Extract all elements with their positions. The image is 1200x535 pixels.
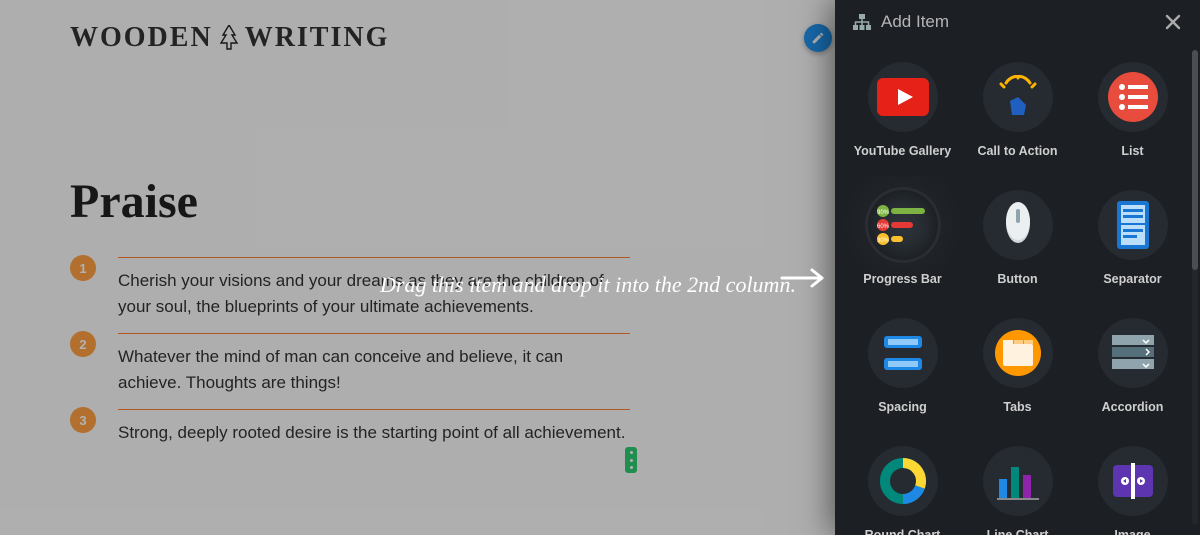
panel-item-label: Round Chart [865, 528, 941, 535]
quote-item[interactable]: 2 Whatever the mind of man can conceive … [70, 333, 630, 395]
panel-item-compare[interactable]: Image Comparison [1075, 432, 1190, 535]
block-drag-handle[interactable] [625, 447, 637, 473]
separator-icon [1098, 190, 1168, 260]
bars-icon [983, 446, 1053, 516]
panel-item-list[interactable]: List [1075, 48, 1190, 176]
scrollbar-thumb[interactable] [1192, 50, 1198, 270]
panel-item-label: Call to Action [977, 144, 1057, 158]
panel-item-label: Separator [1103, 272, 1161, 286]
quote-number-badge: 3 [70, 407, 96, 433]
panel-item-progress[interactable]: 90% 60% 30% Progress Bar [845, 176, 960, 304]
panel-item-button[interactable]: Button [960, 176, 1075, 304]
edit-icon[interactable] [804, 24, 832, 52]
panel-item-youtube[interactable]: YouTube Gallery [845, 48, 960, 176]
panel-item-label: Progress Bar [863, 272, 942, 286]
quote-text: Whatever the mind of man can conceive an… [118, 344, 630, 395]
cta-icon [983, 62, 1053, 132]
panel-item-separator[interactable]: Separator [1075, 176, 1190, 304]
svg-text:60%: 60% [876, 224, 889, 230]
panel-item-label: Accordion [1102, 400, 1164, 414]
panel-item-accordion[interactable]: Accordion [1075, 304, 1190, 432]
logo-text-right: WRITING [245, 22, 390, 54]
compare-icon [1098, 446, 1168, 516]
panel-item-donut[interactable]: Round Chart [845, 432, 960, 535]
quote-divider [118, 333, 630, 334]
progress-icon: 90% 60% 30% [868, 190, 938, 260]
panel-item-label: YouTube Gallery [854, 144, 951, 158]
donut-icon [868, 446, 938, 516]
panel-item-label: List [1121, 144, 1143, 158]
close-icon[interactable] [1164, 13, 1182, 31]
quote-divider [118, 409, 630, 410]
tree-icon [219, 25, 239, 51]
svg-text:30%: 30% [876, 238, 889, 244]
accordion-icon [1098, 318, 1168, 388]
panel-item-spacing[interactable]: Spacing [845, 304, 960, 432]
panel-item-label: Image Comparison [1079, 528, 1186, 535]
logo-text-left: WOODEN [70, 22, 213, 54]
panel-item-label: Spacing [878, 400, 927, 414]
quote-text: Strong, deeply rooted desire is the star… [118, 420, 630, 446]
site-logo: WOODEN WRITING [70, 22, 389, 54]
tutorial-arrow-icon [780, 264, 830, 292]
quote-divider [118, 257, 630, 258]
panel-item-label: Button [997, 272, 1037, 286]
list-icon [1098, 62, 1168, 132]
panel-title: Add Item [881, 12, 949, 32]
panel-item-bars[interactable]: Line Chart [960, 432, 1075, 535]
panel-item-tabs[interactable]: Tabs [960, 304, 1075, 432]
panel-item-cta[interactable]: Call to Action [960, 48, 1075, 176]
quote-item[interactable]: 3 Strong, deeply rooted desire is the st… [70, 409, 630, 446]
button-icon [983, 190, 1053, 260]
spacing-icon [868, 318, 938, 388]
youtube-icon [868, 62, 938, 132]
panel-item-grid: YouTube Gallery Call to Action List 90% 60% 3… [835, 44, 1200, 535]
quote-number-badge: 1 [70, 255, 96, 281]
add-item-panel: Add Item YouTube Gallery Call to Action Li… [835, 0, 1200, 535]
tutorial-callout: Drag this item and drop it into the 2nd … [380, 272, 796, 298]
panel-item-label: Line Chart [987, 528, 1049, 535]
sitemap-icon [853, 14, 871, 30]
svg-text:90%: 90% [876, 210, 889, 216]
tabs-icon [983, 318, 1053, 388]
quote-number-badge: 2 [70, 331, 96, 357]
panel-item-label: Tabs [1003, 400, 1031, 414]
panel-header: Add Item [835, 0, 1200, 44]
